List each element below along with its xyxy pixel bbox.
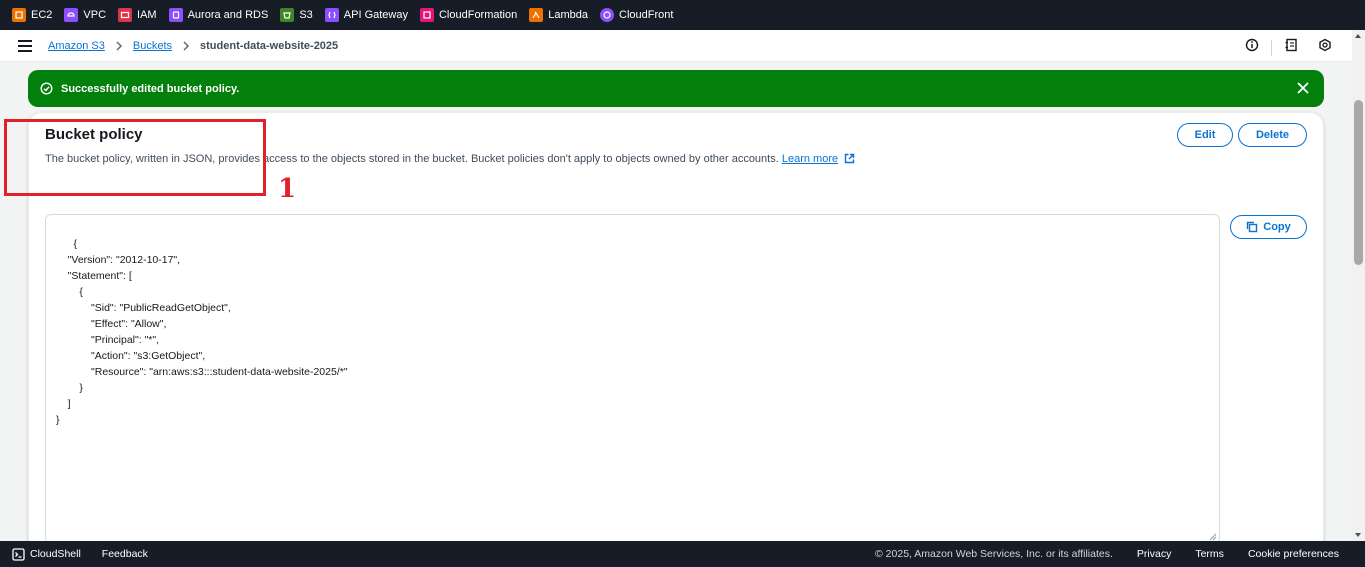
notes-icon[interactable]	[1284, 38, 1298, 57]
rds-icon	[168, 8, 183, 22]
cloudfront-icon	[600, 8, 615, 22]
annotation-number: 1	[278, 174, 297, 204]
policy-json-text: { "Version": "2012-10-17", "Statement": …	[56, 238, 348, 426]
external-link-icon[interactable]	[844, 153, 855, 164]
flash-message: Successfully edited bucket policy.	[61, 82, 240, 95]
scrollbar-thumb[interactable]	[1354, 100, 1363, 265]
breadcrumb-buckets[interactable]: Buckets	[133, 40, 172, 52]
policy-json-viewer[interactable]: { "Version": "2012-10-17", "Statement": …	[45, 214, 1220, 544]
breadcrumb-amazon-s3[interactable]: Amazon S3	[48, 40, 105, 52]
iam-icon	[118, 8, 133, 22]
terms-link[interactable]: Terms	[1195, 548, 1224, 560]
success-check-icon	[40, 82, 53, 95]
service-vpc[interactable]: VPC	[64, 8, 106, 22]
service-label: EC2	[31, 9, 53, 21]
feedback-link[interactable]: Feedback	[102, 548, 148, 560]
privacy-link[interactable]: Privacy	[1137, 548, 1171, 560]
lambda-icon	[529, 8, 544, 22]
service-iam[interactable]: IAM	[118, 8, 157, 22]
copyright-text: © 2025, Amazon Web Services, Inc. or its…	[875, 548, 1113, 560]
success-flash-banner: Successfully edited bucket policy.	[28, 70, 1324, 107]
footer-links: © 2025, Amazon Web Services, Inc. or its…	[875, 548, 1339, 560]
vertical-scrollbar[interactable]	[1352, 30, 1365, 541]
cloudformation-icon	[419, 8, 434, 22]
service-cloudfront[interactable]: CloudFront	[600, 8, 673, 22]
cloudshell-button[interactable]: CloudShell	[12, 547, 81, 561]
main-content: Bucket policy The bucket policy, written…	[0, 62, 1352, 552]
service-ec2[interactable]: EC2	[12, 8, 52, 22]
service-label: CloudFormation	[438, 9, 518, 21]
divider	[1271, 39, 1272, 56]
chevron-right-icon	[115, 40, 123, 51]
vpc-icon	[64, 8, 79, 22]
service-label: IAM	[137, 9, 157, 21]
copy-icon	[1247, 221, 1258, 233]
learn-more-link[interactable]: Learn more	[782, 153, 838, 165]
service-label: CloudFront	[619, 9, 674, 21]
service-aurora-rds[interactable]: Aurora and RDS	[168, 8, 269, 22]
scroll-down-arrow[interactable]	[1355, 533, 1361, 537]
services-favorites-bar: EC2 VPC IAM Aurora and RDS S3 API Gatewa…	[0, 0, 1365, 30]
scroll-up-arrow[interactable]	[1355, 34, 1361, 38]
service-cloudformation[interactable]: CloudFormation	[419, 8, 518, 22]
settings-hex-icon[interactable]	[1318, 38, 1332, 57]
api-gateway-icon	[324, 8, 339, 22]
breadcrumb-current: student-data-website-2025	[200, 39, 339, 52]
service-label: S3	[299, 9, 313, 21]
chevron-right-icon	[182, 40, 190, 51]
service-label: Lambda	[548, 9, 589, 21]
s3-icon	[280, 8, 295, 22]
menu-icon[interactable]	[18, 39, 32, 52]
copy-label: Copy	[1263, 221, 1291, 233]
close-icon[interactable]	[1296, 81, 1310, 95]
console-footer: CloudShell Feedback © 2025, Amazon Web S…	[0, 541, 1365, 567]
resize-handle-icon[interactable]	[1209, 533, 1217, 541]
service-label: API Gateway	[343, 9, 408, 21]
service-lambda[interactable]: Lambda	[529, 8, 588, 22]
terminal-icon	[12, 547, 25, 561]
ec2-icon	[12, 8, 26, 22]
service-s3[interactable]: S3	[280, 8, 313, 22]
annotation-highlight-box	[4, 119, 266, 196]
cookie-preferences-link[interactable]: Cookie preferences	[1248, 548, 1339, 560]
service-label: VPC	[83, 9, 107, 21]
delete-button[interactable]: Delete	[1238, 123, 1307, 147]
breadcrumb-bar: Amazon S3 Buckets student-data-website-2…	[0, 30, 1352, 62]
info-icon[interactable]	[1245, 38, 1259, 57]
service-api-gateway[interactable]: API Gateway	[324, 8, 408, 22]
edit-button[interactable]: Edit	[1177, 123, 1233, 147]
service-label: Aurora and RDS	[187, 9, 269, 21]
utility-icons	[1245, 38, 1332, 57]
copy-button[interactable]: Copy	[1230, 215, 1307, 239]
cloudshell-label: CloudShell	[30, 548, 81, 560]
